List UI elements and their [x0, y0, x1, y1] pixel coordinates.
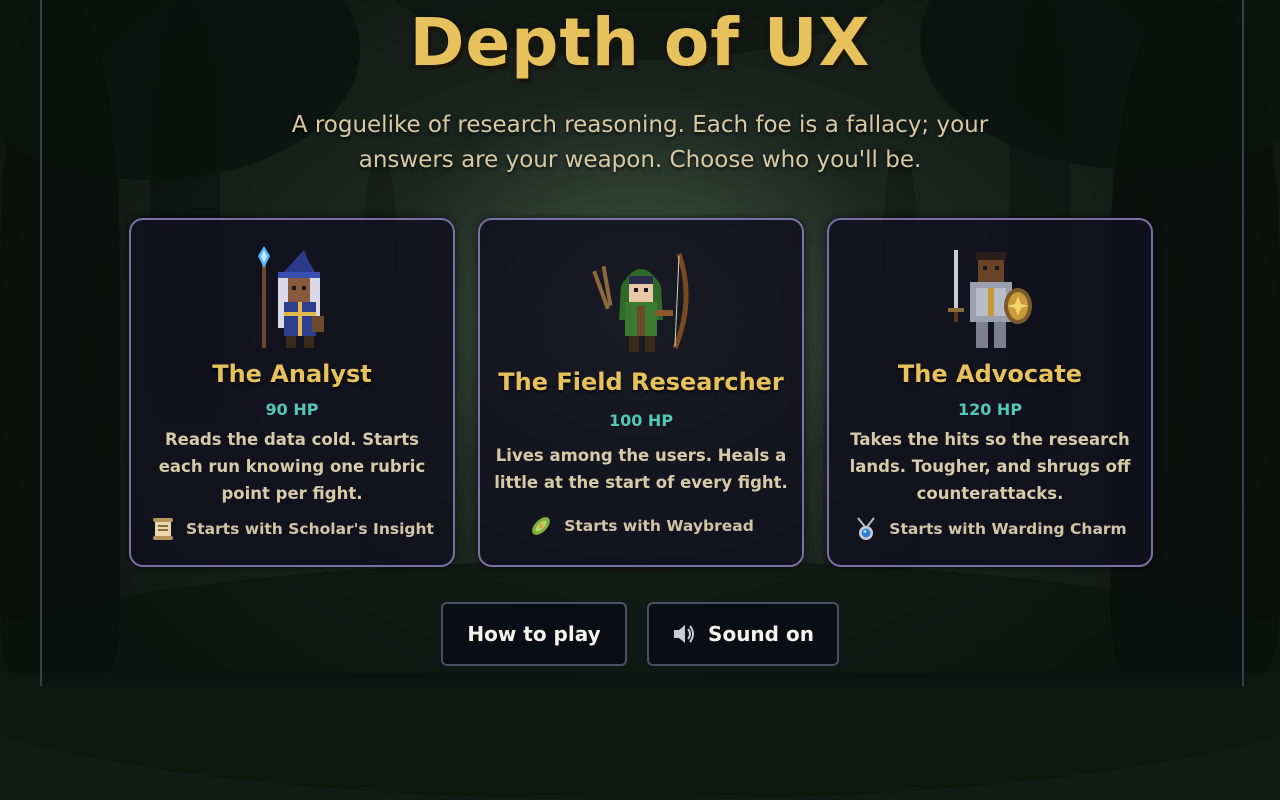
character-perk: Starts with Warding Charm	[829, 516, 1151, 542]
speaker-icon	[674, 625, 695, 643]
character-name: The Field Researcher	[498, 368, 784, 396]
character-card-field-researcher[interactable]: The Field Researcher 100 HP Lives among …	[478, 218, 804, 567]
character-card-analyst[interactable]: The Analyst 90 HP Reads the data cold. S…	[129, 218, 455, 567]
sound-toggle-button[interactable]: Sound on	[647, 602, 839, 666]
character-name: The Advocate	[897, 360, 1083, 388]
character-perk: Starts with Scholar's Insight	[131, 516, 453, 542]
wizard-portrait-icon	[258, 246, 324, 348]
character-name: The Analyst	[212, 360, 372, 388]
character-hp: 90 HP	[265, 400, 319, 419]
character-hp: 120 HP	[957, 400, 1023, 419]
how-to-play-label: How to play	[467, 622, 601, 646]
character-description: Lives among the users. Heals a little at…	[494, 446, 788, 492]
ranger-portrait-icon	[592, 253, 689, 352]
perk-label: Starts with Scholar's Insight	[186, 520, 434, 538]
waybread-icon	[532, 517, 551, 535]
character-hp: 100 HP	[608, 411, 674, 430]
character-description: Reads the data cold. Starts each run kno…	[158, 430, 426, 503]
character-description: Takes the hits so the research lands. To…	[849, 430, 1131, 503]
amulet-icon	[857, 517, 876, 540]
character-card-advocate[interactable]: The Advocate 120 HP Takes the hits so th…	[827, 218, 1153, 567]
game-subtitle: A roguelike of research reasoning. Each …	[291, 112, 989, 173]
knight-portrait-icon	[948, 250, 1032, 348]
perk-label: Starts with Waybread	[564, 517, 754, 535]
sound-label: Sound on	[708, 622, 814, 646]
perk-label: Starts with Warding Charm	[889, 520, 1127, 538]
character-perk: Starts with Waybread	[480, 513, 802, 539]
game-title: Depth of UX	[409, 4, 871, 81]
how-to-play-button[interactable]: How to play	[441, 602, 627, 666]
scroll-icon	[153, 518, 174, 540]
